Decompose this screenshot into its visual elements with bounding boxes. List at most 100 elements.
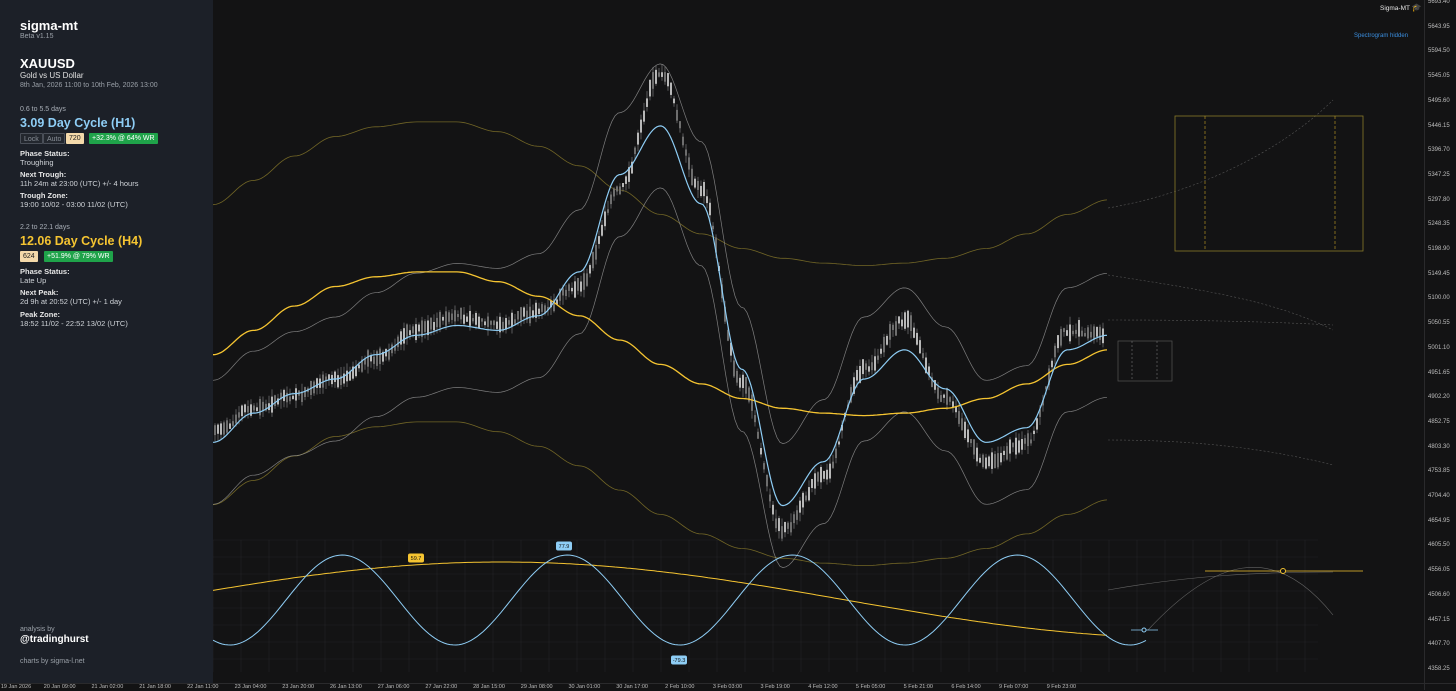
price-axis[interactable]: 5693.40 5643.95 5594.50 5545.05 5495.60 5446.… (1424, 0, 1456, 690)
sidebar: sigma-mt Beta v1.15 XAUUSD Gold vs US Do… (0, 0, 213, 683)
cycle-bands (213, 63, 1334, 568)
candle-body (346, 370, 348, 382)
candle-body (805, 495, 807, 501)
lock-button[interactable]: Lock (20, 133, 43, 144)
candle-body (1021, 438, 1023, 450)
candle-body (1090, 331, 1092, 338)
candle-body (697, 180, 699, 190)
time-tick: 23 Jan 20:00 (282, 684, 315, 690)
candle-body (967, 429, 969, 443)
candle-body (799, 500, 801, 513)
candle-body (742, 374, 744, 389)
candle-body (745, 377, 747, 394)
candle-body (397, 336, 399, 348)
price-tick: 4407.70 (1428, 641, 1450, 648)
candle-body (907, 310, 909, 328)
candle-body (709, 202, 711, 216)
candle-body (760, 448, 762, 455)
candle-body (460, 307, 462, 320)
candle-body (991, 452, 993, 469)
cycle-1-next-label: Next Trough: (20, 170, 67, 179)
candle-body (1051, 360, 1053, 368)
time-tick: 5 Feb 21:00 (903, 684, 933, 690)
candle-body (571, 287, 573, 292)
time-tick: 3 Feb 19:00 (760, 684, 790, 690)
candle-body (586, 273, 588, 286)
candle-body (913, 327, 915, 338)
candle-body (343, 373, 345, 384)
candle-body (604, 211, 606, 227)
candle-body (754, 415, 756, 423)
time-tick: 6 Feb 14:00 (951, 684, 981, 690)
candle-body (316, 378, 318, 388)
candle-body (895, 321, 897, 336)
auto-button[interactable]: Auto (43, 133, 66, 144)
candle-body (673, 98, 675, 104)
candle-body (757, 431, 759, 439)
candle-body (1087, 327, 1089, 339)
spectrogram-toggle[interactable]: Spectrogram hidden (1354, 33, 1408, 39)
instrument-symbol: XAUUSD (20, 56, 75, 71)
author-handle[interactable]: @tradinghurst (20, 634, 89, 645)
candle-body (538, 308, 540, 315)
candle-body (283, 389, 285, 402)
candle-body (655, 69, 657, 84)
candle-body (688, 157, 690, 170)
time-tick: 20 Jan 09:00 (43, 684, 76, 690)
time-tick: 23 Jan 04:00 (234, 684, 267, 690)
candle-body (1003, 450, 1005, 455)
candle-body (763, 463, 765, 470)
time-tick: 30 Jan 01:00 (568, 684, 601, 690)
candle-body (877, 355, 879, 360)
price-tick: 5446.15 (1428, 122, 1450, 129)
cycle-2-length[interactable]: 624 (20, 251, 38, 262)
candle-body (562, 288, 564, 296)
candle-body (1060, 329, 1062, 346)
h1-forecast-trough (1141, 627, 1147, 633)
oscillator-grid (213, 539, 1318, 672)
candle-body (418, 324, 420, 332)
candle-body (814, 473, 816, 489)
candle-body (376, 351, 378, 366)
candle-body (601, 224, 603, 236)
candle-body (637, 132, 639, 145)
candle-body (1093, 326, 1095, 340)
candle-body (220, 423, 222, 435)
time-tick: 5 Feb 05:00 (855, 684, 886, 690)
candle-body (1015, 437, 1017, 455)
instrument-description: Gold vs US Dollar (20, 71, 84, 80)
price-tick: 4506.60 (1428, 591, 1450, 598)
oscillator-panel: 59.7 77.9 -79.3 (213, 541, 1363, 665)
candle-body (946, 388, 948, 405)
cycle-2-zone-value: 18:52 11/02 - 22:52 13/02 (UTC) (20, 319, 128, 328)
candle-body (634, 147, 636, 155)
candle-body (706, 196, 708, 204)
candle-body (667, 73, 669, 87)
price-tick: 4951.65 (1428, 369, 1450, 376)
candle-body (478, 316, 480, 328)
candle-body (247, 406, 249, 413)
candle-body (466, 316, 468, 322)
candle-body (412, 326, 414, 334)
credit-link[interactable]: charts by sigma-l.net (20, 658, 85, 665)
sigma-badge: Sigma-MT 🎓 (1380, 3, 1422, 12)
candle-body (940, 395, 942, 402)
candle-body (217, 424, 219, 434)
candle-body (1057, 335, 1059, 349)
graduation-cap-icon: 🎓 (1411, 3, 1422, 12)
candle-body (379, 348, 381, 365)
price-tick: 4358.25 (1428, 665, 1450, 672)
candle-body (592, 251, 594, 269)
cycle-1-phase-value: Troughing (20, 158, 54, 167)
h1-trough-tag-text: -79.3 (673, 658, 686, 664)
price-chart[interactable]: 59.7 77.9 -79.3 (213, 0, 1424, 683)
time-tick: 28 Jan 15:00 (473, 684, 505, 690)
candle-body (796, 510, 798, 520)
cycle-2-zone-label: Peak Zone: (20, 310, 61, 319)
candle-body (952, 401, 954, 407)
candle-body (874, 356, 876, 371)
candle-body (904, 312, 906, 329)
cycle-1-length[interactable]: 720 (66, 133, 84, 144)
price-tick: 4753.85 (1428, 468, 1450, 475)
cycle-2-range: 2.2 to 22.1 days (20, 224, 70, 231)
